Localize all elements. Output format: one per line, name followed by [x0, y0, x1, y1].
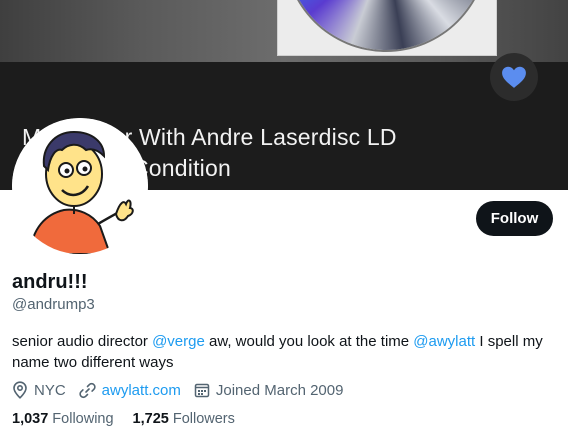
website-item[interactable]: awylatt.com: [79, 382, 181, 399]
following-label: Following: [52, 411, 114, 427]
bio-text-2: aw, would you look at the time: [204, 333, 414, 350]
followers-label: Followers: [172, 411, 235, 427]
calendar-icon: [194, 383, 210, 398]
heart-icon: [502, 66, 526, 88]
profile-bio: senior audio director @verge aw, would y…: [12, 331, 557, 373]
display-name: andru!!!: [12, 271, 88, 293]
location-item: NYC: [12, 381, 66, 399]
avatar-cartoon-illustration: [12, 118, 148, 254]
following-link[interactable]: 1,037 Following: [12, 411, 114, 427]
bio-text-1: senior audio director: [12, 333, 153, 350]
avatar[interactable]: [12, 118, 148, 254]
following-count: 1,037: [12, 411, 49, 427]
user-handle: @andrump3: [12, 296, 95, 313]
profile-stats: 1,037 Following 1,725 Followers: [12, 411, 254, 427]
followers-link[interactable]: 1,725 Followers: [133, 411, 235, 427]
link-icon: [79, 382, 96, 398]
location-text: NYC: [34, 381, 66, 399]
location-pin-icon: [13, 381, 27, 399]
joined-item: Joined March 2009: [194, 381, 344, 399]
website-link[interactable]: awylatt.com: [102, 382, 181, 399]
follow-button[interactable]: Follow: [476, 201, 553, 236]
mention-link-verge[interactable]: @verge: [152, 333, 205, 350]
profile-meta: NYC awylatt.com Joined March 2009: [12, 380, 356, 400]
joined-date: Joined March 2009: [215, 381, 344, 399]
heart-button[interactable]: [490, 53, 538, 101]
mention-link-awylatt[interactable]: @awylatt: [413, 333, 475, 350]
followers-count: 1,725: [132, 411, 169, 427]
